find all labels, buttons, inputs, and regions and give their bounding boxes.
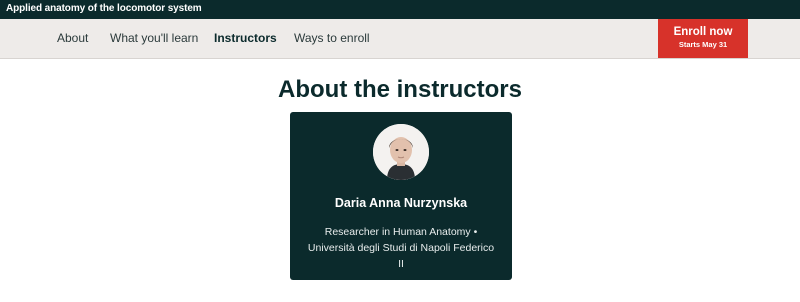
enroll-button-label: Enroll now [673, 26, 733, 38]
instructor-bio: Researcher in Human Anatomy • Università… [307, 226, 495, 270]
instructor-name: Daria Anna Nurzynska [334, 196, 468, 210]
nav-about[interactable]: About [57, 31, 88, 45]
instructor-card: Daria Anna Nurzynska Researcher in Human… [290, 112, 512, 280]
top-bar: Applied anatomy of the locomotor system [0, 0, 800, 19]
nav-ways-to-enroll[interactable]: Ways to enroll [294, 31, 370, 45]
avatar-portrait-icon [373, 124, 429, 180]
enroll-start-date: Starts May 31 [678, 40, 728, 49]
course-title: Applied anatomy of the locomotor system [6, 3, 202, 14]
nav-what-youll-learn[interactable]: What you'll learn [110, 31, 198, 45]
section-title: About the instructors [278, 76, 522, 103]
nav-instructors[interactable]: Instructors [214, 31, 277, 45]
person-photo-icon [373, 124, 429, 180]
enroll-now-button[interactable]: Enroll now Starts May 31 [658, 19, 748, 58]
